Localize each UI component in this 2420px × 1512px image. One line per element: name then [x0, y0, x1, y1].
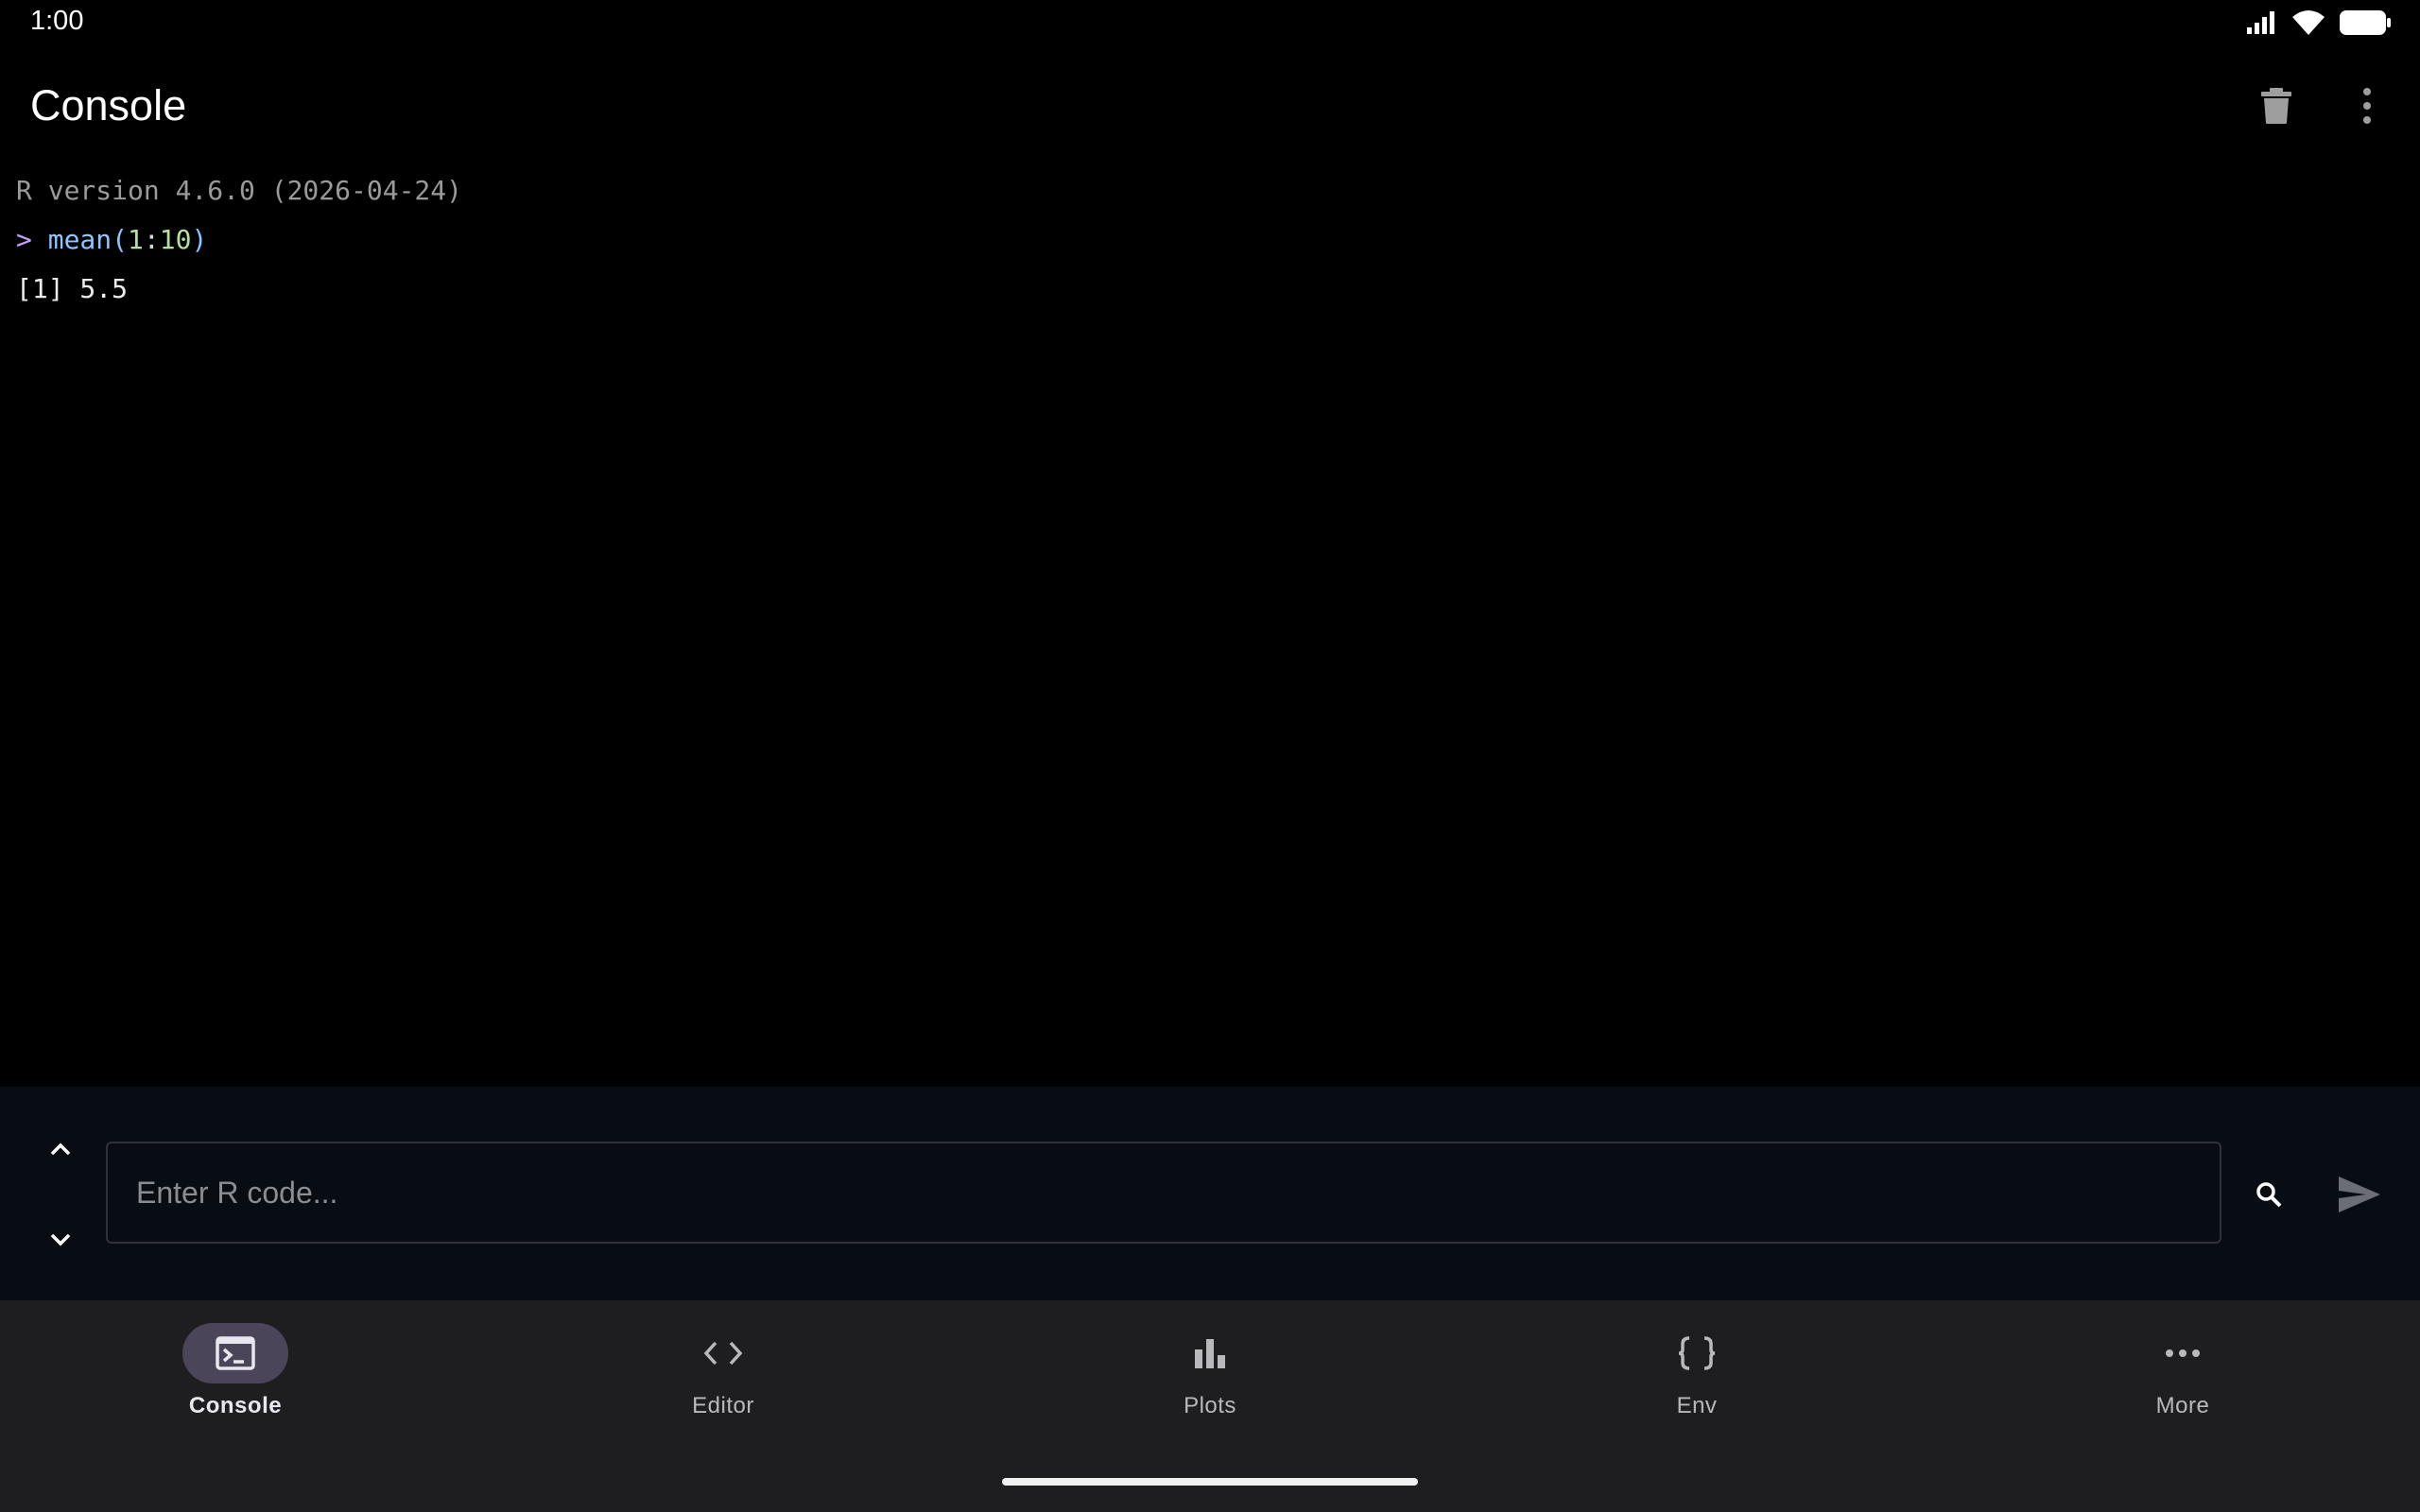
command-close-paren: )	[191, 224, 208, 255]
input-bar	[0, 1087, 2420, 1300]
nav-label-more: More	[2155, 1393, 2210, 1418]
history-next-button[interactable]	[38, 1217, 83, 1263]
more-vertical-icon	[2363, 88, 2371, 124]
wifi-icon	[2291, 9, 2325, 36]
nav-label-env: Env	[1676, 1393, 1718, 1418]
command-arg-start: 1	[128, 224, 144, 255]
nav-label-editor: Editor	[692, 1393, 754, 1418]
code-icon	[703, 1341, 743, 1366]
delete-icon	[2261, 88, 2291, 124]
command-output: [1] 5.5	[16, 273, 129, 304]
more-horizontal-icon	[2166, 1349, 2200, 1357]
nav-item-console[interactable]: Console	[131, 1323, 339, 1436]
status-time: 1:00	[30, 6, 84, 36]
status-icons	[2246, 8, 2392, 38]
command-function: mean	[47, 224, 112, 255]
nav-icon-wrap-editor	[670, 1323, 776, 1383]
nav-label-plots: Plots	[1184, 1393, 1236, 1418]
nav-item-editor[interactable]: Editor	[619, 1323, 827, 1436]
nav-active-indicator	[182, 1323, 288, 1383]
nav-item-plots[interactable]: Plots	[1106, 1323, 1314, 1436]
battery-icon	[2339, 9, 2392, 36]
app-bar: Console	[0, 45, 2420, 166]
nav-icon-wrap-more	[2130, 1323, 2236, 1383]
command-separator: :	[143, 224, 160, 255]
command-open-paren: (	[112, 224, 129, 255]
chevron-down-icon	[50, 1233, 71, 1246]
nav-item-env[interactable]: Env	[1593, 1323, 1801, 1436]
command-arg-end: 10	[159, 224, 192, 255]
overflow-menu-button[interactable]	[2341, 79, 2394, 132]
chevron-up-icon	[50, 1143, 71, 1156]
nav-icon-wrap-env	[1644, 1323, 1750, 1383]
history-previous-button[interactable]	[38, 1126, 83, 1172]
bottom-navigation: Console Editor Plots Env More	[0, 1300, 2420, 1512]
status-bar: 1:00	[0, 0, 2420, 45]
nav-icon-wrap-plots	[1157, 1323, 1263, 1383]
page-title: Console	[30, 81, 187, 129]
send-icon	[2339, 1177, 2380, 1212]
bar-chart-icon	[1195, 1339, 1225, 1368]
prompt-symbol: >	[16, 224, 32, 255]
signal-icon	[2246, 10, 2278, 35]
console-output: R version 4.6.0 (2026-04-24) > mean(1:10…	[0, 166, 2420, 1087]
home-indicator[interactable]	[1002, 1478, 1418, 1486]
braces-icon	[1678, 1336, 1716, 1370]
nav-item-more[interactable]: More	[2079, 1323, 2287, 1436]
search-icon	[2256, 1182, 2282, 1208]
search-button[interactable]	[2242, 1168, 2295, 1221]
command-line: > mean(1:10)	[16, 224, 207, 255]
r-version-line: R version 4.6.0 (2026-04-24)	[16, 175, 463, 206]
nav-label-console: Console	[188, 1393, 283, 1418]
send-button[interactable]	[2329, 1164, 2390, 1225]
terminal-icon	[216, 1336, 255, 1370]
r-code-input[interactable]	[106, 1142, 2221, 1244]
clear-console-button[interactable]	[2250, 79, 2303, 132]
